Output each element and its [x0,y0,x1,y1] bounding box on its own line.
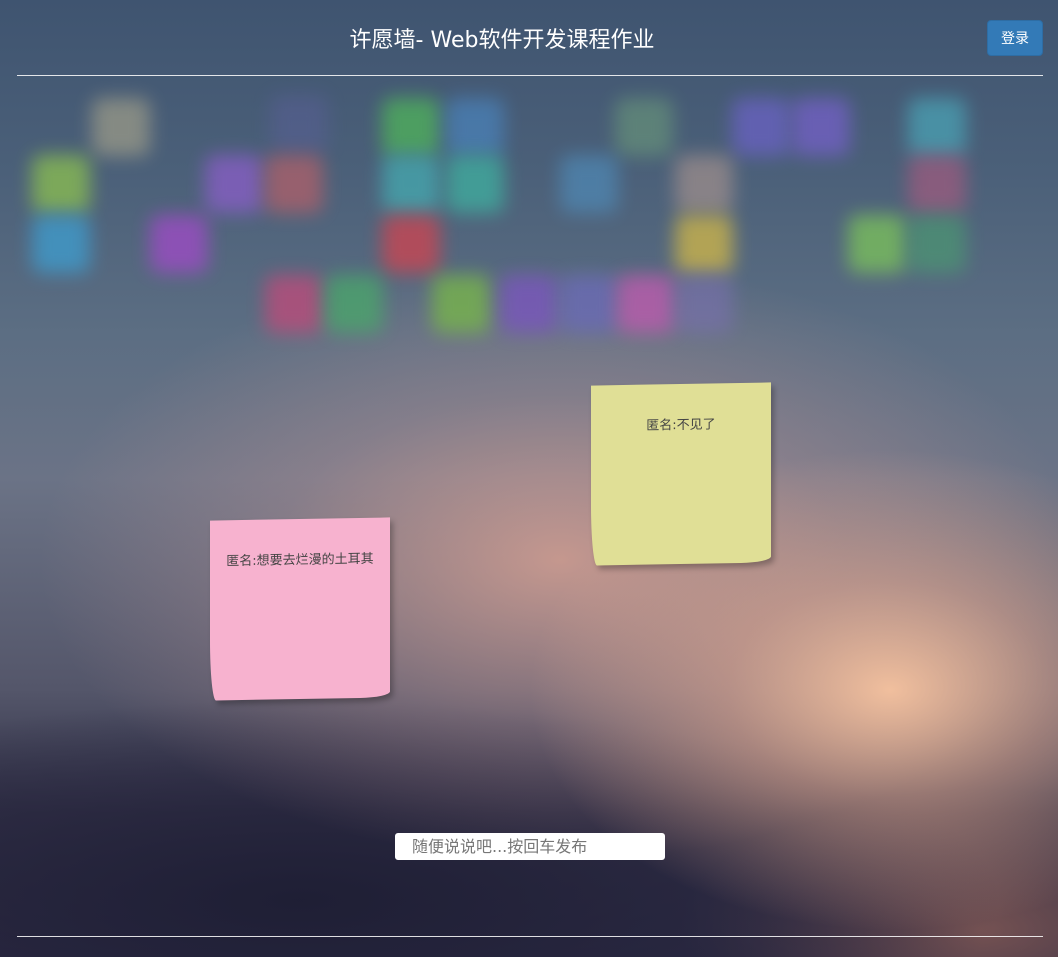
wish-input[interactable] [395,833,665,860]
footer-divider [17,936,1043,937]
wish-note-text: 匿名:不见了 [646,417,716,434]
page-title: 许愿墙- Web软件开发课程作业 [349,28,655,53]
wish-note[interactable]: 匿名:想要去烂漫的土耳其 [210,517,390,701]
header-divider [17,75,1043,76]
wish-wall-page: 许愿墙- Web软件开发课程作业 登录 匿名:不见了 匿名:想要去烂漫的土耳其 [0,0,1058,957]
login-button[interactable]: 登录 [987,20,1043,56]
wish-note[interactable]: 匿名:不见了 [591,382,771,566]
wish-note-text: 匿名:想要去烂漫的土耳其 [226,551,374,570]
